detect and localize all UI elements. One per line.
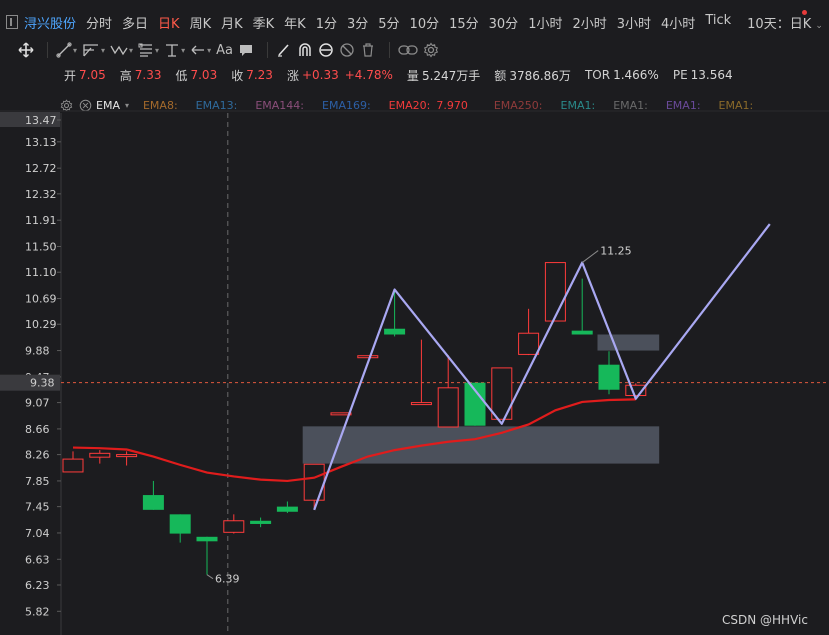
annotation-leader bbox=[206, 574, 214, 580]
candle-body bbox=[169, 514, 191, 534]
candle-body bbox=[250, 520, 272, 524]
support-zone bbox=[302, 426, 660, 464]
y-axis-tick-label: 11.91 bbox=[25, 214, 57, 227]
candle bbox=[142, 480, 164, 510]
candle bbox=[169, 514, 191, 543]
candle-body bbox=[518, 332, 540, 355]
candle bbox=[571, 278, 593, 335]
candle bbox=[544, 262, 566, 322]
y-axis-tick-label: 12.32 bbox=[25, 188, 57, 201]
candle bbox=[89, 450, 111, 464]
candle-body bbox=[384, 328, 406, 335]
y-axis-tick-label: 11.10 bbox=[25, 266, 57, 279]
price-annotation: 6.39 bbox=[215, 573, 240, 586]
current-price-label: 9.38 bbox=[30, 377, 55, 390]
candle bbox=[250, 517, 272, 528]
candlestick-chart[interactable]: 11.25 6.39 13.47 13.13 12.72 12.32 11.91 11.50… bbox=[0, 0, 829, 635]
candle bbox=[116, 451, 138, 466]
candle-body bbox=[571, 330, 593, 335]
candle-body bbox=[544, 262, 566, 322]
candle bbox=[276, 501, 298, 514]
y-axis-tick-label: 9.07 bbox=[25, 397, 50, 410]
candle bbox=[62, 451, 84, 473]
candle-body bbox=[223, 520, 245, 533]
y-axis-tick-label: 6.63 bbox=[25, 553, 50, 566]
candle bbox=[410, 339, 432, 406]
y-axis-tick-label: 8.26 bbox=[25, 449, 50, 462]
price-annotation: 11.25 bbox=[600, 245, 632, 258]
candle-body bbox=[62, 458, 84, 473]
candle-body bbox=[276, 506, 298, 512]
candle bbox=[196, 536, 218, 575]
y-axis-tick-label: 5.82 bbox=[25, 605, 50, 618]
y-axis-tick-label: 13.47 bbox=[25, 114, 57, 127]
y-axis-tick-label: 9.88 bbox=[25, 345, 50, 358]
candle-body bbox=[196, 536, 218, 542]
y-axis-tick-label: 7.45 bbox=[25, 501, 50, 514]
y-axis-tick-label: 7.85 bbox=[25, 475, 50, 488]
y-axis-tick-label: 7.04 bbox=[25, 527, 50, 540]
candle-body bbox=[89, 452, 111, 458]
candle bbox=[384, 289, 406, 337]
candle-body bbox=[303, 463, 325, 501]
y-axis-tick-label: 10.69 bbox=[25, 293, 57, 306]
candle bbox=[357, 355, 379, 359]
wave-drawing-line bbox=[313, 223, 771, 511]
candle-body bbox=[357, 355, 379, 359]
y-axis-tick-label: 11.50 bbox=[25, 241, 57, 254]
candle bbox=[303, 463, 325, 510]
y-axis-tick-label: 10.29 bbox=[25, 318, 57, 331]
y-axis-tick-label: 8.66 bbox=[25, 423, 50, 436]
y-axis-tick-label: 6.23 bbox=[25, 579, 50, 592]
candle bbox=[223, 514, 245, 534]
candle-body bbox=[142, 495, 164, 510]
watermark: CSDN @HHVic bbox=[722, 613, 808, 627]
annotation-leader bbox=[581, 250, 599, 263]
candle bbox=[518, 308, 540, 356]
candle-body bbox=[437, 387, 459, 428]
y-axis-tick-label: 12.72 bbox=[25, 162, 57, 175]
candle-body bbox=[598, 364, 620, 390]
candle-body bbox=[116, 454, 138, 458]
support-zone bbox=[597, 334, 660, 351]
candle-body bbox=[410, 402, 432, 406]
candle bbox=[598, 351, 620, 395]
y-axis-tick-label: 13.13 bbox=[25, 136, 57, 149]
